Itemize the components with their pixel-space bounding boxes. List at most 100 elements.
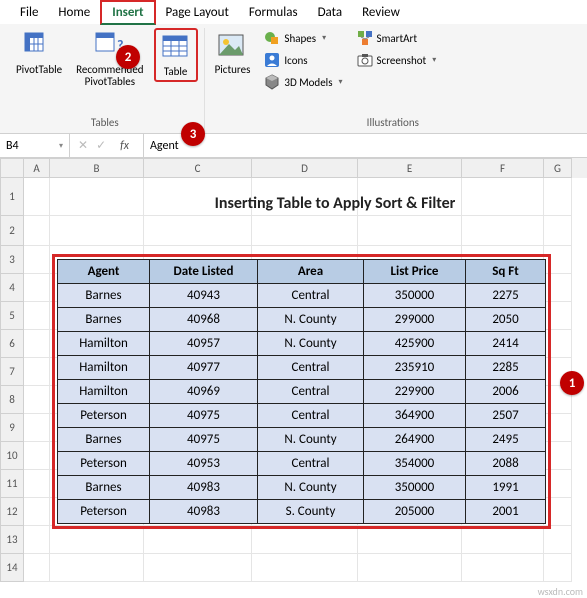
- table-cell[interactable]: S. County: [258, 500, 364, 524]
- table-cell[interactable]: 2414: [466, 332, 546, 356]
- row-header[interactable]: 8: [0, 386, 24, 414]
- row-header[interactable]: 10: [0, 442, 24, 470]
- row-header[interactable]: 11: [0, 470, 24, 498]
- table-cell[interactable]: 40983: [150, 476, 258, 500]
- column-header[interactable]: G: [544, 158, 572, 178]
- row-header[interactable]: 6: [0, 330, 24, 358]
- table-row[interactable]: Barnes40968N. County2990002050: [58, 308, 546, 332]
- table-cell[interactable]: 40975: [150, 404, 258, 428]
- enter-icon[interactable]: ✓: [96, 138, 106, 153]
- pivottable-button[interactable]: PivotTable: [12, 28, 66, 78]
- row-header[interactable]: 14: [0, 554, 24, 582]
- table-cell[interactable]: 425900: [364, 332, 466, 356]
- table-cell[interactable]: 2050: [466, 308, 546, 332]
- row-header[interactable]: 1: [0, 178, 24, 216]
- table-row[interactable]: Peterson40975Central3649002507: [58, 404, 546, 428]
- row-header[interactable]: 7: [0, 358, 24, 386]
- screenshot-button[interactable]: Screenshot ▾: [353, 50, 441, 70]
- 3dmodels-button[interactable]: 3D Models ▾: [260, 72, 346, 92]
- name-box[interactable]: B4 ▾: [0, 134, 70, 157]
- shapes-button[interactable]: Shapes ▾: [260, 28, 346, 48]
- table-cell[interactable]: 364900: [364, 404, 466, 428]
- table-cell[interactable]: Barnes: [58, 308, 150, 332]
- table-cell[interactable]: 350000: [364, 476, 466, 500]
- tab-home[interactable]: Home: [48, 2, 100, 23]
- table-cell[interactable]: 2285: [466, 356, 546, 380]
- tab-pagelayout[interactable]: Page Layout: [156, 2, 239, 23]
- table-header-cell[interactable]: Area: [258, 260, 364, 284]
- table-cell[interactable]: Central: [258, 404, 364, 428]
- row-header[interactable]: 3: [0, 246, 24, 274]
- row-header[interactable]: 13: [0, 526, 24, 554]
- table-cell[interactable]: 2507: [466, 404, 546, 428]
- table-cell[interactable]: Barnes: [58, 476, 150, 500]
- table-row[interactable]: Hamilton40957N. County4259002414: [58, 332, 546, 356]
- table-cell[interactable]: 2495: [466, 428, 546, 452]
- table-row[interactable]: Barnes40975N. County2649002495: [58, 428, 546, 452]
- table-row[interactable]: Peterson40953Central3540002088: [58, 452, 546, 476]
- table-cell[interactable]: 205000: [364, 500, 466, 524]
- cancel-icon[interactable]: ✕: [78, 138, 88, 153]
- tab-insert[interactable]: Insert: [100, 0, 155, 25]
- tab-file[interactable]: File: [10, 2, 48, 23]
- table-cell[interactable]: N. County: [258, 332, 364, 356]
- smartart-button[interactable]: SmartArt: [353, 28, 441, 48]
- column-header[interactable]: D: [252, 158, 358, 178]
- table-cell[interactable]: Barnes: [58, 284, 150, 308]
- table-cell[interactable]: Central: [258, 452, 364, 476]
- table-row[interactable]: Barnes40983N. County3500001991: [58, 476, 546, 500]
- column-header[interactable]: A: [24, 158, 50, 178]
- table-cell[interactable]: 350000: [364, 284, 466, 308]
- table-row[interactable]: Hamilton40969Central2299002006: [58, 380, 546, 404]
- table-cell[interactable]: 40943: [150, 284, 258, 308]
- table-cell[interactable]: Peterson: [58, 500, 150, 524]
- table-cell[interactable]: 2275: [466, 284, 546, 308]
- table-cell[interactable]: N. County: [258, 476, 364, 500]
- tab-review[interactable]: Review: [352, 2, 410, 23]
- table-header-cell[interactable]: List Price: [364, 260, 466, 284]
- column-header[interactable]: B: [50, 158, 144, 178]
- table-cell[interactable]: Hamilton: [58, 356, 150, 380]
- column-header[interactable]: C: [144, 158, 252, 178]
- table-cell[interactable]: 235910: [364, 356, 466, 380]
- table-cell[interactable]: Peterson: [58, 404, 150, 428]
- table-cell[interactable]: N. County: [258, 308, 364, 332]
- pictures-button[interactable]: Pictures: [211, 28, 255, 78]
- table-cell[interactable]: 40977: [150, 356, 258, 380]
- table-cell[interactable]: 40969: [150, 380, 258, 404]
- table-cell[interactable]: 354000: [364, 452, 466, 476]
- table-button[interactable]: Table: [154, 28, 198, 82]
- table-header-cell[interactable]: Sq Ft: [466, 260, 546, 284]
- table-cell[interactable]: 40968: [150, 308, 258, 332]
- table-cell[interactable]: 229900: [364, 380, 466, 404]
- table-cell[interactable]: Hamilton: [58, 332, 150, 356]
- table-cell[interactable]: 40953: [150, 452, 258, 476]
- table-cell[interactable]: 2001: [466, 500, 546, 524]
- table-row[interactable]: Barnes40943Central3500002275: [58, 284, 546, 308]
- data-table[interactable]: AgentDate ListedAreaList PriceSq FtBarne…: [57, 259, 546, 524]
- icons-button[interactable]: Icons: [260, 50, 346, 70]
- table-cell[interactable]: Central: [258, 284, 364, 308]
- table-cell[interactable]: Central: [258, 380, 364, 404]
- table-cell[interactable]: 40957: [150, 332, 258, 356]
- table-cell[interactable]: 264900: [364, 428, 466, 452]
- table-cell[interactable]: 299000: [364, 308, 466, 332]
- column-header[interactable]: E: [358, 158, 462, 178]
- formula-input[interactable]: Agent: [144, 134, 587, 157]
- column-header[interactable]: F: [462, 158, 544, 178]
- select-all-corner[interactable]: [0, 158, 24, 178]
- table-row[interactable]: Hamilton40977Central2359102285: [58, 356, 546, 380]
- table-cell[interactable]: 40983: [150, 500, 258, 524]
- table-cell[interactable]: 2006: [466, 380, 546, 404]
- cells-area[interactable]: Inserting Table to Apply Sort & Filter A…: [24, 178, 587, 582]
- table-cell[interactable]: 1991: [466, 476, 546, 500]
- row-header[interactable]: 12: [0, 498, 24, 526]
- table-row[interactable]: Peterson40983S. County2050002001: [58, 500, 546, 524]
- tab-formulas[interactable]: Formulas: [239, 2, 308, 23]
- row-header[interactable]: 2: [0, 216, 24, 246]
- row-header[interactable]: 4: [0, 274, 24, 302]
- table-cell[interactable]: 40975: [150, 428, 258, 452]
- table-cell[interactable]: Peterson: [58, 452, 150, 476]
- fx-icon[interactable]: fx: [114, 139, 135, 153]
- table-cell[interactable]: N. County: [258, 428, 364, 452]
